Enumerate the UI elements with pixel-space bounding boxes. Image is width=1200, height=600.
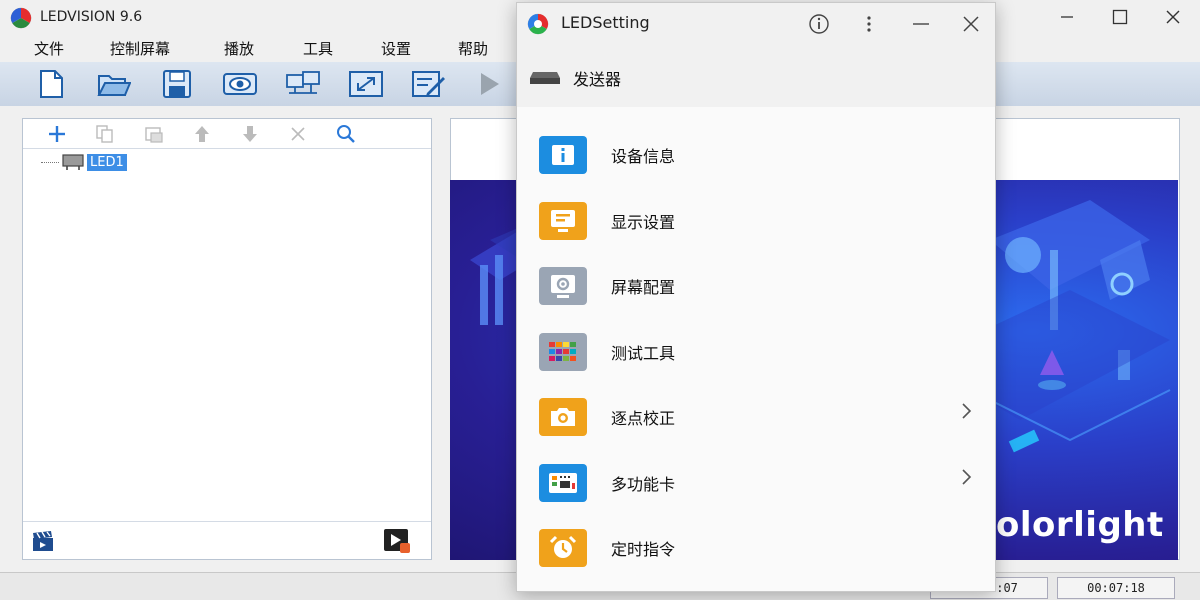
menu-label: 多功能卡	[611, 475, 676, 494]
tree-node-led1[interactable]: LED1	[41, 152, 127, 172]
app-title: LEDVISION 9.6	[40, 9, 143, 25]
close-icon	[963, 16, 979, 32]
tree-connector	[41, 161, 59, 163]
ledsetting-logo-icon	[527, 13, 549, 35]
screen-config-icon	[539, 267, 587, 305]
tree-node-label[interactable]: LED1	[87, 153, 127, 171]
open-folder-icon	[97, 75, 131, 96]
more-vertical-icon	[867, 16, 871, 32]
screen-tree-panel: LED1	[22, 118, 432, 560]
menu-file[interactable]: 文件	[34, 38, 64, 59]
move-up-button[interactable]	[191, 123, 213, 145]
video-export-icon	[384, 529, 410, 553]
info-circle-icon	[809, 14, 829, 34]
menu-label: 定时指令	[611, 540, 676, 559]
edit-icon	[412, 71, 445, 97]
menu-test-tools[interactable]: 测试工具	[517, 328, 995, 386]
tree-footer	[23, 521, 431, 559]
display-icon	[539, 202, 587, 240]
menu-label: 测试工具	[611, 344, 676, 363]
program-button[interactable]	[31, 530, 55, 556]
paste-button[interactable]	[143, 123, 165, 145]
delete-button[interactable]	[287, 123, 309, 145]
maximize-button[interactable]	[1097, 2, 1143, 32]
save-button[interactable]	[159, 68, 195, 100]
copy-button[interactable]	[94, 123, 116, 145]
time-right-display: 00:07:18	[1057, 577, 1175, 599]
network-icon	[286, 71, 320, 94]
save-icon	[163, 70, 191, 98]
edit-button[interactable]	[411, 68, 447, 100]
brand-text: olorlight	[996, 505, 1164, 545]
menu-help[interactable]: 帮助	[458, 38, 488, 59]
play-icon	[481, 73, 499, 95]
test-tool-icon	[539, 333, 587, 371]
menu-display-settings[interactable]: 显示设置	[517, 197, 995, 255]
close-icon	[1166, 10, 1180, 24]
close-button[interactable]	[1150, 2, 1196, 32]
new-file-button[interactable]	[33, 68, 69, 100]
chevron-right-icon	[962, 403, 972, 419]
ledvision-logo-icon	[10, 7, 32, 29]
clapperboard-icon	[33, 531, 53, 551]
multi-card-icon	[539, 464, 587, 502]
alarm-clock-icon	[539, 529, 587, 567]
open-folder-button[interactable]	[96, 68, 132, 100]
menu-label: 设备信息	[611, 147, 676, 166]
sender-label: 发送器	[573, 70, 622, 89]
search-icon	[337, 125, 355, 143]
popup-minimize-button[interactable]	[907, 11, 935, 37]
fullscreen-icon	[349, 71, 383, 97]
preview-button[interactable]	[222, 68, 258, 100]
sender-device-icon	[530, 72, 560, 84]
maximize-icon	[1112, 9, 1128, 25]
paste-icon	[145, 127, 163, 143]
minimize-icon	[1061, 16, 1073, 18]
about-button[interactable]	[805, 11, 833, 37]
menu-timed-commands[interactable]: 定时指令	[517, 524, 995, 582]
menu-multifunction-card[interactable]: 多功能卡	[517, 459, 995, 517]
preview-eye-icon	[223, 73, 257, 95]
tree-toolbar	[23, 119, 431, 149]
menu-point-correction[interactable]: 逐点校正	[517, 393, 995, 451]
fullscreen-button[interactable]	[348, 68, 384, 100]
export-button[interactable]	[383, 528, 411, 558]
menu-label: 屏幕配置	[611, 278, 676, 297]
sender-selector[interactable]: 发送器	[529, 65, 621, 91]
minimize-button[interactable]	[1044, 2, 1090, 32]
delete-x-icon	[291, 127, 305, 141]
new-file-icon	[40, 70, 63, 98]
minimize-icon	[913, 23, 929, 25]
led-screen-icon	[62, 154, 84, 170]
copy-icon	[96, 125, 113, 143]
add-button[interactable]	[46, 123, 68, 145]
arrow-down-icon	[243, 126, 257, 142]
search-button[interactable]	[335, 123, 357, 145]
arrow-up-icon	[195, 126, 209, 142]
chevron-right-icon	[962, 469, 972, 485]
more-options-button[interactable]	[855, 11, 883, 37]
camera-icon	[539, 398, 587, 436]
popup-header: LEDSetting 发送器	[517, 3, 995, 107]
popup-title: LEDSetting	[561, 13, 650, 32]
menu-control-screen[interactable]: 控制屏幕	[110, 38, 170, 59]
menu-settings[interactable]: 设置	[381, 38, 411, 59]
move-down-button[interactable]	[239, 123, 261, 145]
menu-label: 逐点校正	[611, 409, 676, 428]
menu-play[interactable]: 播放	[224, 38, 254, 59]
network-button[interactable]	[285, 68, 321, 100]
menu-tools[interactable]: 工具	[303, 38, 333, 59]
menu-device-info[interactable]: 设备信息	[517, 131, 995, 189]
ledsetting-popup: LEDSetting 发送器 设备信息 显示设置 屏幕配置 测试工具 逐点校正 …	[516, 2, 996, 592]
plus-icon	[49, 126, 65, 142]
play-button[interactable]	[472, 68, 508, 100]
info-icon	[539, 136, 587, 174]
menu-screen-config[interactable]: 屏幕配置	[517, 262, 995, 320]
menu-label: 显示设置	[611, 213, 676, 232]
popup-close-button[interactable]	[957, 11, 985, 37]
